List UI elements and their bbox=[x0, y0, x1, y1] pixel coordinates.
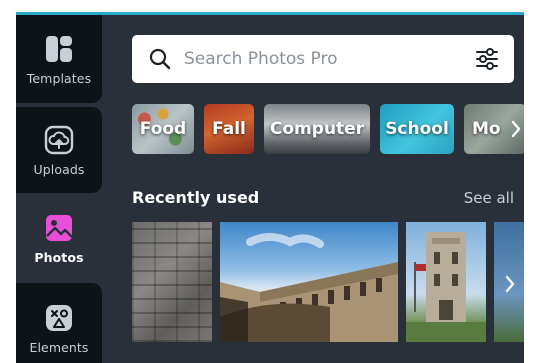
sidebar-item-label: Elements bbox=[29, 339, 89, 355]
category-chip-computer[interactable]: Computer bbox=[264, 104, 370, 154]
sidebar-item-elements[interactable]: Elements bbox=[16, 283, 102, 363]
chevron-right-icon bbox=[505, 275, 515, 293]
sidebar-item-label: Templates bbox=[26, 70, 92, 86]
section-title: Recently used bbox=[132, 188, 260, 207]
category-chips: Food Fall Computer School Mo bbox=[132, 104, 524, 154]
search-icon bbox=[149, 48, 171, 70]
building-photo-art bbox=[220, 233, 398, 342]
sidebar-item-templates[interactable]: Templates bbox=[16, 15, 102, 103]
search-bar[interactable]: Search Photos Pro bbox=[132, 35, 514, 83]
photos-panel: Templates Uploads Photos Elements Search… bbox=[16, 12, 524, 363]
category-chip-school[interactable]: School bbox=[380, 104, 454, 154]
search-input[interactable]: Search Photos Pro bbox=[184, 49, 474, 69]
sidebar-item-uploads[interactable]: Uploads bbox=[16, 107, 102, 193]
elements-icon bbox=[46, 304, 72, 331]
photo-thumbnail[interactable] bbox=[132, 222, 212, 342]
category-chip-label: Fall bbox=[212, 119, 246, 139]
see-all-link[interactable]: See all bbox=[464, 189, 514, 207]
photos-icon bbox=[46, 214, 73, 241]
filter-sliders-icon[interactable] bbox=[474, 46, 500, 72]
tower-photo-art bbox=[406, 232, 486, 342]
sidebar: Templates Uploads Photos Elements bbox=[16, 15, 102, 363]
cloud-upload-icon bbox=[44, 125, 74, 154]
category-chip-food[interactable]: Food bbox=[132, 104, 194, 154]
photos-next-button[interactable] bbox=[496, 266, 524, 302]
photo-thumbnail[interactable] bbox=[406, 222, 486, 342]
category-chip-label: Food bbox=[139, 119, 187, 139]
recent-photos bbox=[132, 222, 524, 342]
sidebar-item-label: Photos bbox=[34, 249, 84, 265]
category-chip-label: Computer bbox=[269, 119, 365, 139]
category-chip-label: School bbox=[385, 119, 449, 139]
chevron-right-icon bbox=[511, 120, 521, 138]
chips-next-button[interactable] bbox=[508, 114, 524, 144]
photo-thumbnail[interactable] bbox=[220, 222, 398, 342]
sidebar-item-photos[interactable]: Photos bbox=[16, 195, 102, 281]
category-chip-label: Mo bbox=[472, 119, 501, 139]
templates-icon bbox=[46, 35, 72, 62]
category-chip-fall[interactable]: Fall bbox=[204, 104, 254, 154]
sidebar-item-label: Uploads bbox=[33, 161, 85, 177]
